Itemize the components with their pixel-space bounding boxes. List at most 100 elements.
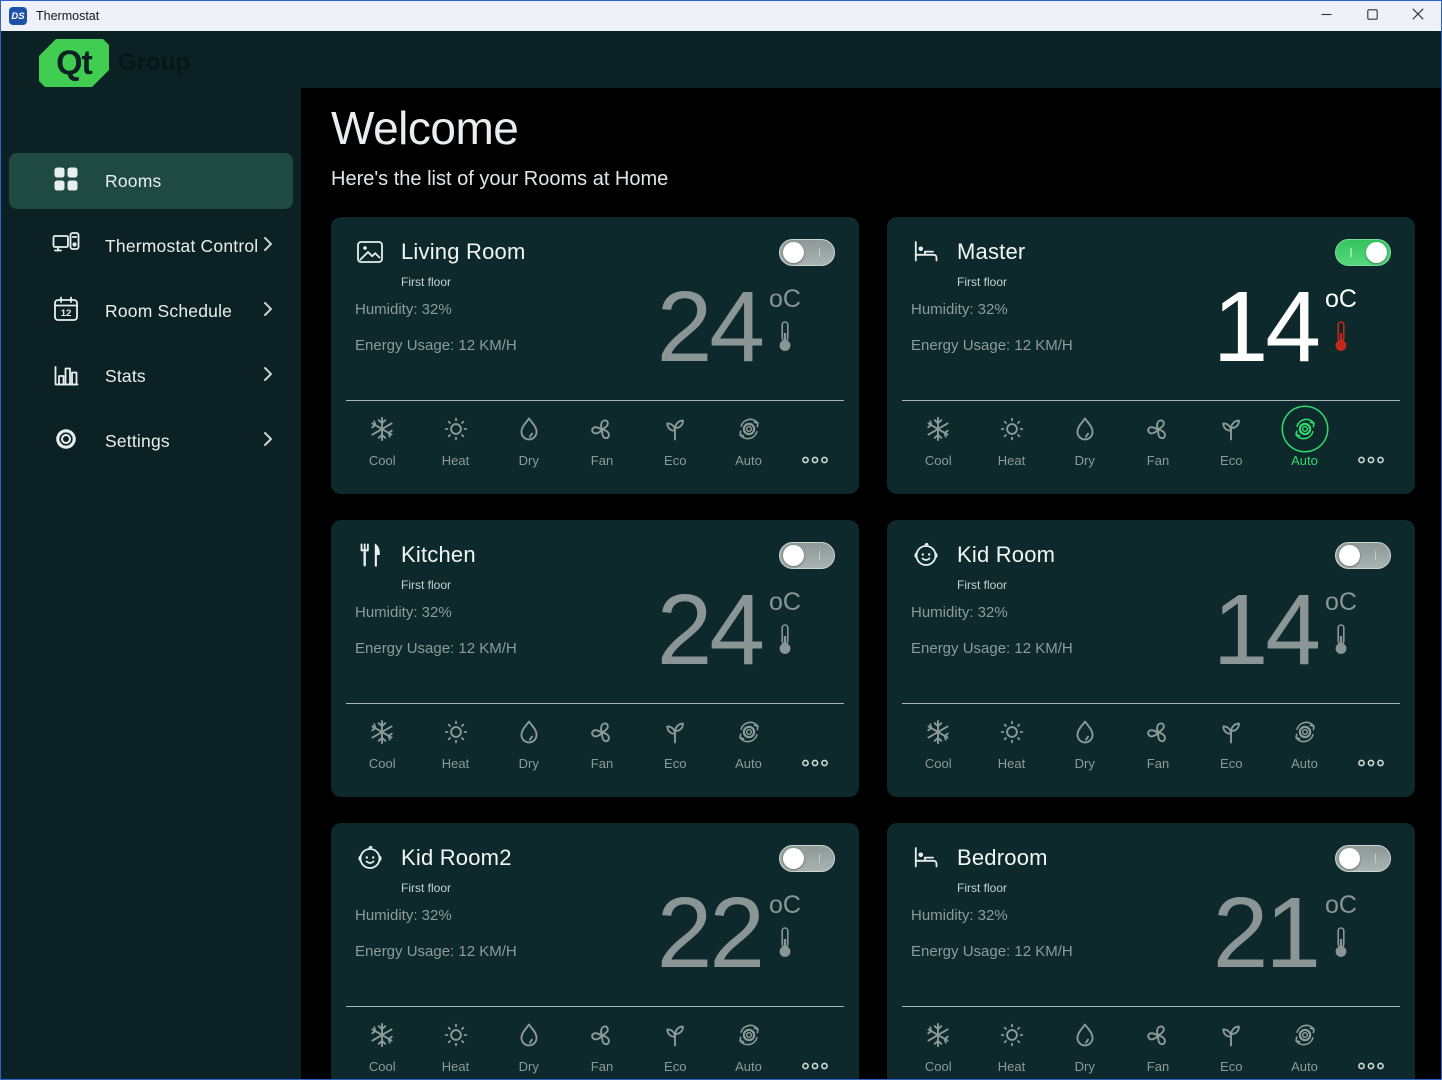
power-toggle[interactable]	[1335, 542, 1391, 569]
thermometer-icon	[777, 320, 793, 352]
chevron-right-icon	[259, 298, 277, 325]
qt-logo-mark: Qt	[39, 39, 109, 87]
power-toggle[interactable]	[1335, 239, 1391, 266]
fan-icon	[1136, 407, 1180, 451]
mode-button[interactable]: Heat	[424, 1013, 488, 1076]
more-options-button[interactable]	[1346, 1013, 1396, 1076]
room-name: Kid Room2	[401, 845, 512, 871]
sun-icon	[434, 407, 478, 451]
mode-button[interactable]: Auto	[1273, 1013, 1337, 1076]
mode-button[interactable]: Fan	[1126, 407, 1190, 470]
temperature-value: 21	[1213, 881, 1318, 985]
sidebar-item-settings[interactable]: Settings	[9, 413, 293, 469]
mode-button[interactable]: Dry	[497, 407, 561, 470]
room-card[interactable]: Kid Room2 First floor Humidity: 32% Ener…	[331, 823, 859, 1080]
leaf-icon	[1209, 407, 1253, 451]
snowflake-icon	[916, 407, 960, 451]
mode-button[interactable]: Heat	[980, 407, 1044, 470]
more-options-button[interactable]	[1346, 407, 1396, 470]
more-options-button[interactable]	[790, 407, 840, 470]
more-options-button[interactable]	[790, 1013, 840, 1076]
window-title: Thermostat	[36, 9, 99, 23]
mode-button[interactable]: Eco	[1199, 710, 1263, 773]
sidebar-item-room-schedule[interactable]: 12 Room Schedule	[9, 283, 293, 339]
mode-label: Dry	[1075, 453, 1095, 468]
more-options-button[interactable]	[790, 710, 840, 773]
mode-button[interactable]: Fan	[1126, 710, 1190, 773]
mode-button[interactable]: Fan	[570, 1013, 634, 1076]
drop-icon	[507, 407, 551, 451]
more-options-button[interactable]	[1346, 710, 1396, 773]
app-icon: DS	[9, 7, 27, 25]
sidebar-item-stats[interactable]: Stats	[9, 348, 293, 404]
mode-button[interactable]: Auto	[717, 407, 781, 470]
energy-usage-value: Energy Usage: 12 KM/H	[911, 337, 1073, 354]
leaf-icon	[653, 710, 697, 754]
mode-button[interactable]: Eco	[643, 407, 707, 470]
mode-button[interactable]: Fan	[570, 407, 634, 470]
mode-button[interactable]: Dry	[1053, 710, 1117, 773]
room-card[interactable]: Living Room First floor Humidity: 32% En…	[331, 217, 859, 494]
mode-button[interactable]: Dry	[497, 1013, 561, 1076]
mode-button[interactable]: Auto	[717, 710, 781, 773]
room-name: Living Room	[401, 239, 525, 265]
maximize-button[interactable]	[1349, 1, 1395, 31]
mode-button[interactable]: Cool	[350, 1013, 414, 1076]
temperature-value: 22	[657, 881, 762, 985]
mode-button[interactable]: Cool	[906, 710, 970, 773]
mode-button[interactable]: Heat	[424, 710, 488, 773]
mode-button[interactable]: Dry	[1053, 407, 1117, 470]
power-toggle[interactable]	[779, 542, 835, 569]
app-body: Qt Group Rooms	[1, 31, 1441, 1080]
mode-button[interactable]: Auto	[1273, 407, 1337, 470]
temperature-unit: oC	[1325, 891, 1357, 920]
sidebar-item-thermostat-control[interactable]: Thermostat Control	[9, 218, 293, 274]
room-card[interactable]: Bedroom First floor Humidity: 32% Energy…	[887, 823, 1415, 1080]
power-toggle[interactable]	[779, 845, 835, 872]
mode-button[interactable]: Eco	[1199, 1013, 1263, 1076]
mode-button[interactable]: Cool	[906, 407, 970, 470]
mode-button[interactable]: Eco	[643, 1013, 707, 1076]
power-toggle[interactable]	[1335, 845, 1391, 872]
room-card[interactable]: Kid Room First floor Humidity: 32% Energ…	[887, 520, 1415, 797]
power-toggle[interactable]	[779, 239, 835, 266]
mode-button[interactable]: Eco	[643, 710, 707, 773]
mode-button[interactable]: Auto	[1273, 710, 1337, 773]
room-card[interactable]: Kitchen First floor Humidity: 32% Energy…	[331, 520, 859, 797]
auto-icon	[727, 710, 771, 754]
qt-group-logo: Qt Group	[39, 39, 190, 87]
mode-button[interactable]: Dry	[1053, 1013, 1117, 1076]
mode-button[interactable]: Heat	[980, 710, 1044, 773]
mode-button[interactable]: Fan	[570, 710, 634, 773]
mode-button[interactable]: Cool	[350, 710, 414, 773]
mode-button[interactable]: Auto	[717, 1013, 781, 1076]
room-card[interactable]: Master First floor Humidity: 32% Energy …	[887, 217, 1415, 494]
mode-button[interactable]: Cool	[350, 407, 414, 470]
mode-button[interactable]: Heat	[424, 407, 488, 470]
fan-icon	[580, 407, 624, 451]
temperature-display: 24 oC	[657, 578, 801, 682]
rooms-grid: Living Room First floor Humidity: 32% En…	[331, 217, 1413, 1080]
temperature-display: 14 oC	[1213, 578, 1357, 682]
room-info: Humidity: 32% Energy Usage: 12 KM/H	[355, 907, 517, 960]
minimize-icon	[1321, 7, 1332, 25]
maximize-icon	[1367, 7, 1378, 25]
fan-icon	[1136, 1013, 1180, 1057]
minimize-button[interactable]	[1303, 1, 1349, 31]
close-button[interactable]	[1395, 1, 1441, 31]
more-dots-icon	[801, 710, 829, 773]
mode-label: Eco	[1220, 453, 1242, 468]
mode-button[interactable]: Heat	[980, 1013, 1044, 1076]
bar-chart-icon	[51, 359, 81, 394]
app-window: DS Thermostat Qt Group	[0, 0, 1442, 1080]
sidebar-item-label: Thermostat Control	[105, 236, 258, 257]
mode-button[interactable]: Fan	[1126, 1013, 1190, 1076]
drop-icon	[507, 1013, 551, 1057]
sidebar-item-rooms[interactable]: Rooms	[9, 153, 293, 209]
auto-icon	[727, 407, 771, 451]
mode-button[interactable]: Eco	[1199, 407, 1263, 470]
mode-button[interactable]: Cool	[906, 1013, 970, 1076]
qt-logo-suffix: Group	[118, 49, 190, 77]
mode-button[interactable]: Dry	[497, 710, 561, 773]
more-dots-icon	[801, 407, 829, 470]
